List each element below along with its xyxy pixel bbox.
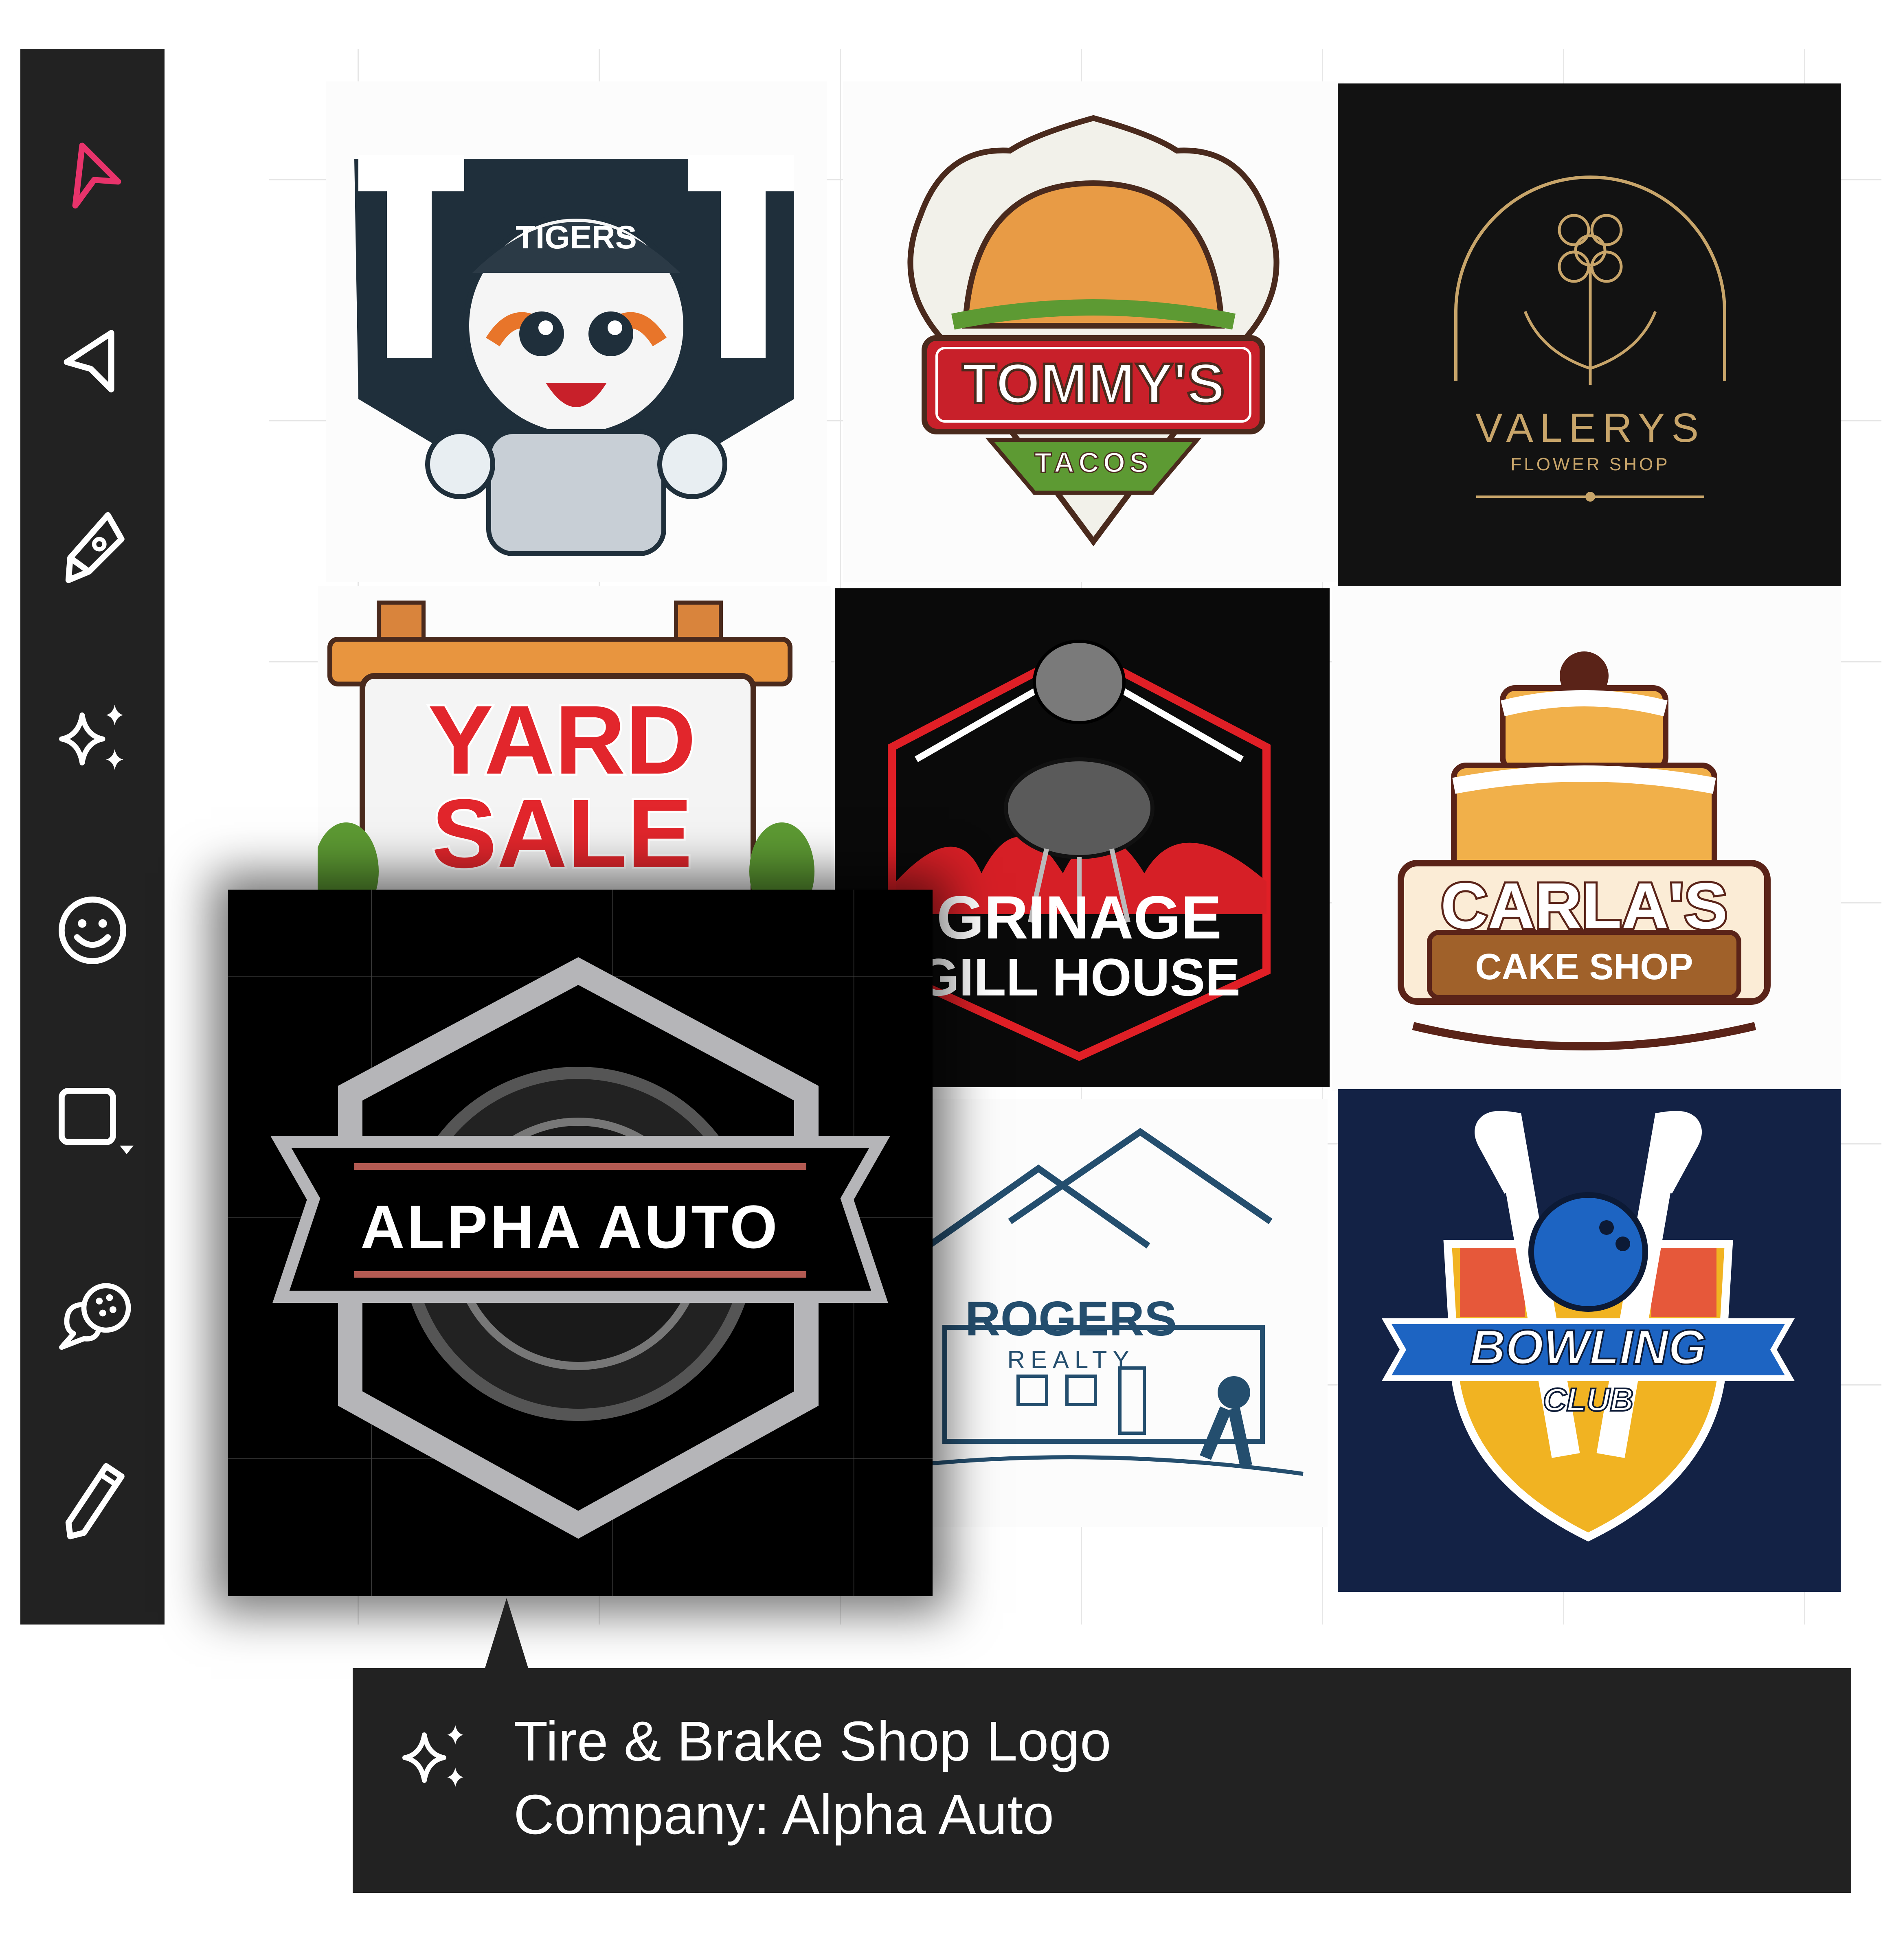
tacos-title: TOMMY'S: [962, 351, 1225, 415]
valerys-subtitle: FLOWER SHOP: [1510, 454, 1670, 474]
valerys-logo-tile[interactable]: VALERYS FLOWER SHOP: [1338, 83, 1841, 586]
yard-sale-line2: SALE: [432, 779, 692, 888]
yard-sale-line1: YARD: [428, 685, 696, 794]
grill-line2: GILL HOUSE: [918, 947, 1240, 1007]
bowling-title: BOWLING: [1470, 1320, 1706, 1375]
cake-title: CARLA'S: [1441, 869, 1728, 942]
tacos-subtitle: TACOS: [1034, 447, 1152, 478]
emoji-tool-button[interactable]: [50, 888, 135, 973]
pencil-tool-button[interactable]: [50, 1458, 135, 1543]
tiger-mascot-image: TIGERS: [354, 155, 794, 556]
realty-title: ROGERS: [965, 1291, 1177, 1346]
tooltip-prompt-line2: Company: Alpha Auto: [514, 1783, 1054, 1846]
tigers-logo-tile[interactable]: TIGERS: [326, 81, 827, 582]
pencil-icon: [65, 1463, 125, 1539]
cake-image: CARLA'S CAKE SHOP: [1398, 651, 1771, 1050]
bowling-image: BOWLING CLUB: [1381, 1111, 1795, 1542]
select-tool-button[interactable]: [50, 130, 135, 216]
ai-generate-tool-button[interactable]: [50, 696, 135, 782]
yard-sale-logo-tile[interactable]: YARD SALE: [318, 586, 831, 912]
comment-icon: [59, 1283, 131, 1350]
sparkles-icon: [402, 1725, 463, 1787]
taco-image: TOMMY'S TACOS: [907, 115, 1280, 546]
prompt-tooltip: Tire & Brake Shop Logo Company: Alpha Au…: [353, 1668, 1851, 1893]
tigers-title: TIGERS: [516, 219, 637, 255]
smiley-icon: [59, 897, 126, 964]
pen-tool-button[interactable]: [50, 505, 135, 590]
tooltip-prompt-line1: Tire & Brake Shop Logo: [514, 1710, 1111, 1773]
cake-subtitle: CAKE SHOP: [1475, 947, 1693, 987]
left-toolbar: [20, 49, 165, 1625]
select-arrow-icon: [72, 143, 121, 209]
grill-line1: GRINAGE: [937, 883, 1222, 951]
tacos-logo-tile[interactable]: TOMMY'S TACOS: [843, 81, 1344, 582]
tire-logo-image: ALPHA AUTO: [228, 890, 933, 1596]
valerys-title: VALERYS: [1475, 405, 1705, 451]
comment-tool-button[interactable]: [50, 1270, 135, 1356]
move-tool-button[interactable]: [50, 318, 135, 403]
pen-nib-icon: [65, 512, 125, 583]
bowling-subtitle: CLUB: [1543, 1381, 1633, 1418]
tooltip-pointer: [485, 1598, 529, 1669]
shapes-tool-button[interactable]: [50, 1079, 135, 1164]
bowling-logo-tile[interactable]: BOWLING CLUB: [1338, 1089, 1841, 1592]
flower-image: VALERYS FLOWER SHOP: [1454, 175, 1726, 502]
yard-sale-sign-image: YARD SALE: [318, 601, 814, 912]
square-shape-icon: [59, 1088, 134, 1154]
alpha-auto-title: ALPHA AUTO: [360, 1193, 779, 1261]
cake-logo-tile[interactable]: CARLA'S CAKE SHOP: [1332, 586, 1841, 1091]
navigate-arrow-icon: [64, 330, 114, 392]
alpha-auto-logo-tile[interactable]: ALPHA AUTO: [228, 890, 933, 1596]
sparkles-icon: [59, 705, 123, 770]
realty-subtitle: REALTY: [1007, 1346, 1135, 1373]
